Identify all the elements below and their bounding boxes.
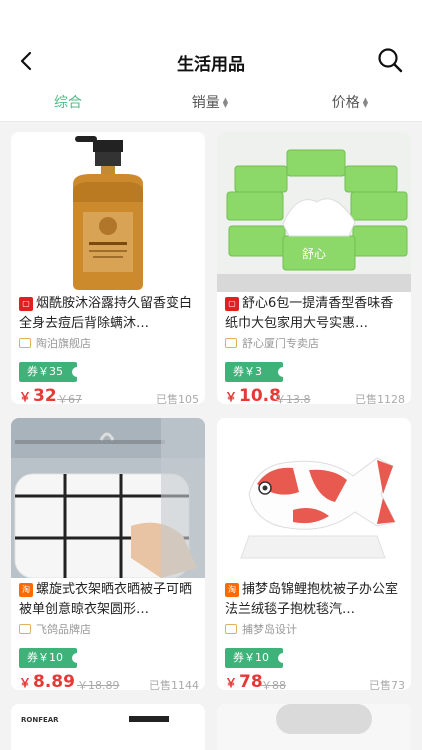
original-price: ￥13.8 [275, 393, 311, 404]
product-card[interactable]: ▢ 烟酰胺沐浴露持久留香变白全身去痘后背除螨沐… 陶泊旗舰店 券￥35 ￥ 32 ￥… [11, 132, 205, 404]
price-row: ￥ 10.8 ￥13.8 已售1128 [225, 386, 405, 404]
sold-count: 已售1144 [149, 679, 199, 690]
shop-name: 捕梦岛设计 [225, 622, 297, 638]
sold-count: 已售73 [369, 679, 405, 690]
product-title: 淘捕梦岛锦鲤抱枕被子办公室法兰绒毯子抱枕毯汽… [225, 582, 399, 617]
shop-name: 飞鸽品牌店 [19, 622, 91, 638]
shop-name: 陶泊旗舰店 [19, 336, 91, 352]
product-title: ▢ 舒心6包一提清香型香味香纸巾大包家用大号实惠… [225, 296, 394, 331]
price-row: ￥ 78 ￥88 已售73 [225, 672, 405, 690]
price-row: ￥ 8.89 ￥18.89 已售1144 [19, 672, 199, 690]
price-row: ￥ 32 ￥67 已售105 [19, 386, 199, 404]
floating-button[interactable] [276, 704, 372, 734]
sold-count: 已售105 [156, 393, 199, 404]
coupon-badge: 券￥10 [225, 648, 288, 668]
current-price: ￥ 78 [225, 672, 263, 690]
product-title: 淘螺旋式衣架晒衣晒被子可晒被单创意晾衣架圆形… [19, 582, 193, 617]
sort-arrows-icon: ▲ ▼ [362, 96, 369, 109]
original-price: ￥88 [261, 679, 286, 690]
svg-text:舒心: 舒心 [302, 247, 326, 261]
product-card[interactable]: 淘捕梦岛锦鲤抱枕被子办公室法兰绒毯子抱枕毯汽… 捕梦岛设计 券￥10 ￥ 78 ￥… [217, 418, 411, 690]
page-title: 生活用品 [177, 55, 245, 75]
current-price: ￥ 8.89 [19, 672, 75, 690]
store-icon [225, 624, 237, 634]
store-icon [19, 338, 31, 348]
product-card-partial[interactable]: RONFEAR [11, 704, 205, 750]
product-image-partial [129, 716, 169, 722]
shop-name: 舒心厦门专卖店 [225, 336, 319, 352]
tmall-badge-icon: ▢ [19, 297, 33, 311]
sort-tab-price[interactable]: 价格 ▲ ▼ [310, 84, 390, 122]
product-card[interactable]: 淘螺旋式衣架晒衣晒被子可晒被单创意晾衣架圆形… 飞鸽品牌店 券￥10 ￥ 8.89… [11, 418, 205, 690]
product-image-drying-rack [11, 418, 205, 578]
coupon-badge: 券￥35 [19, 362, 82, 382]
taobao-badge-icon: 淘 [225, 583, 239, 597]
product-title: ▢ 烟酰胺沐浴露持久留香变白全身去痘后背除螨沐… [19, 296, 193, 331]
coupon-badge: 券￥3 [225, 362, 288, 382]
current-price: ￥ 32 [19, 386, 57, 404]
product-image-koi-pillow [217, 418, 411, 578]
original-price: ￥67 [57, 393, 82, 404]
current-price: ￥ 10.8 [225, 386, 281, 404]
store-icon [225, 338, 237, 348]
product-image-tissues: 舒心 [217, 132, 411, 292]
coupon-badge: 券￥10 [19, 648, 82, 668]
sort-bar: 综合 销量 ▲ ▼ 价格 ▲ ▼ [0, 84, 422, 122]
store-icon [19, 624, 31, 634]
taobao-badge-icon: 淘 [19, 583, 33, 597]
product-card[interactable]: 舒心 ▢ 舒心6包一提清香型香味香纸巾大包家用大号实惠… 舒心厦门专卖店 券￥3 … [217, 132, 411, 404]
tmall-badge-icon: ▢ [225, 297, 239, 311]
sort-tab-sales[interactable]: 销量 ▲ ▼ [170, 84, 250, 122]
brand-logo-text: RONFEAR [21, 716, 59, 724]
sort-arrows-icon: ▲ ▼ [222, 96, 229, 109]
sold-count: 已售1128 [355, 393, 405, 404]
top-navigation-bar: 生活用品 [0, 0, 422, 84]
original-price: ￥18.89 [77, 679, 120, 690]
product-image-body-wash [11, 132, 205, 292]
sort-tab-comprehensive[interactable]: 综合 [28, 84, 108, 122]
search-icon[interactable] [376, 46, 404, 74]
